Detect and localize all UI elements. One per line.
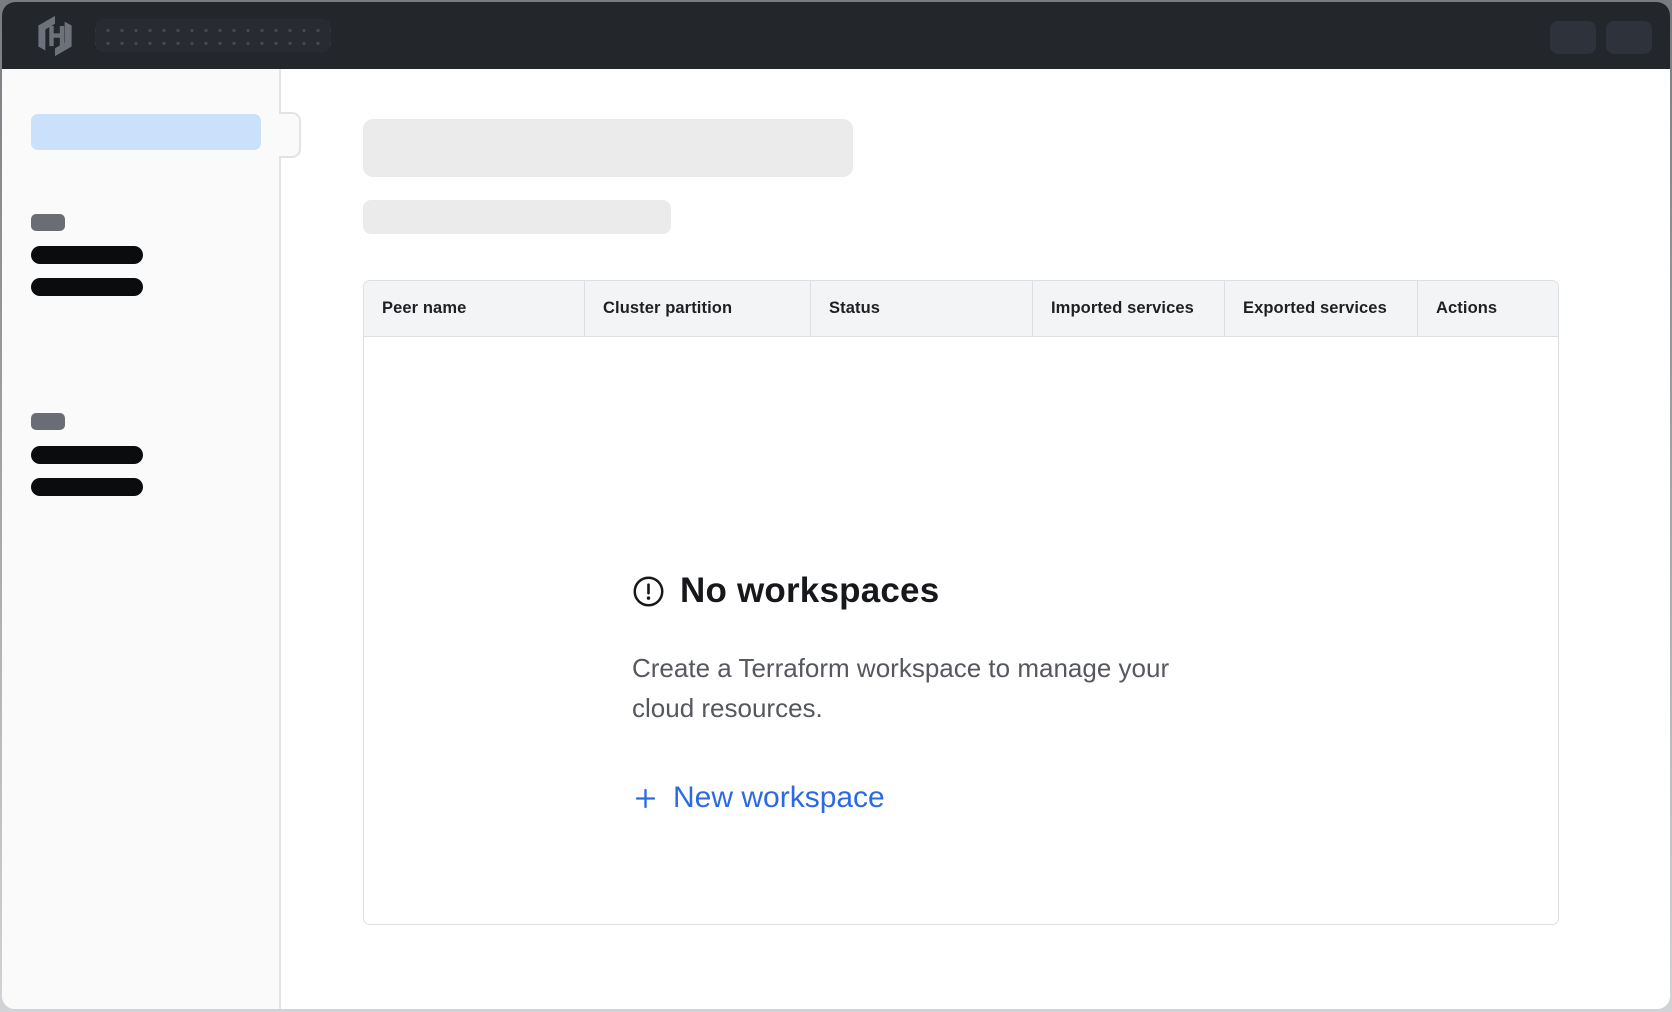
column-header-exported-services: Exported services — [1225, 281, 1418, 336]
column-header-imported-services: Imported services — [1033, 281, 1225, 336]
sidebar-section-label-skeleton-2 — [31, 413, 65, 430]
app-window: Peer name Cluster partition Status Impor… — [2, 2, 1670, 1009]
sidebar-item-skeleton[interactable] — [31, 278, 143, 296]
column-header-cluster-partition: Cluster partition — [585, 281, 811, 336]
topbar-action-skeleton-1[interactable] — [1550, 21, 1596, 54]
hashicorp-logo-icon — [35, 15, 75, 57]
column-header-actions: Actions — [1418, 281, 1558, 336]
table-body: No workspaces Create a Terraform workspa… — [364, 337, 1558, 925]
new-workspace-button[interactable]: New workspace — [632, 781, 885, 815]
sidebar-item-skeleton[interactable] — [31, 246, 143, 264]
main-content: Peer name Cluster partition Status Impor… — [283, 69, 1670, 1009]
empty-state-description: Create a Terraform workspace to manage y… — [632, 648, 1232, 728]
new-workspace-label: New workspace — [673, 781, 885, 815]
table-header-row: Peer name Cluster partition Status Impor… — [364, 281, 1558, 337]
sidebar-active-tab-indicator — [279, 112, 301, 158]
alert-circle-icon — [632, 575, 665, 608]
sidebar-item-skeleton[interactable] — [31, 478, 143, 496]
page-title-skeleton — [363, 119, 853, 177]
topbar-search-skeleton[interactable] — [95, 19, 331, 52]
column-header-status: Status — [811, 281, 1033, 336]
empty-state-title: No workspaces — [680, 571, 939, 611]
empty-state: No workspaces Create a Terraform workspa… — [632, 571, 1272, 817]
topbar-action-skeleton-2[interactable] — [1606, 21, 1652, 54]
top-nav-bar — [2, 2, 1670, 69]
sidebar — [2, 69, 281, 1009]
plus-icon — [632, 785, 659, 812]
sidebar-item-active-skeleton[interactable] — [31, 114, 261, 150]
page-subtitle-skeleton — [363, 200, 671, 234]
peers-table: Peer name Cluster partition Status Impor… — [363, 280, 1559, 925]
sidebar-item-skeleton[interactable] — [31, 446, 143, 464]
column-header-peer-name: Peer name — [364, 281, 585, 336]
sidebar-section-label-skeleton-1 — [31, 214, 65, 231]
